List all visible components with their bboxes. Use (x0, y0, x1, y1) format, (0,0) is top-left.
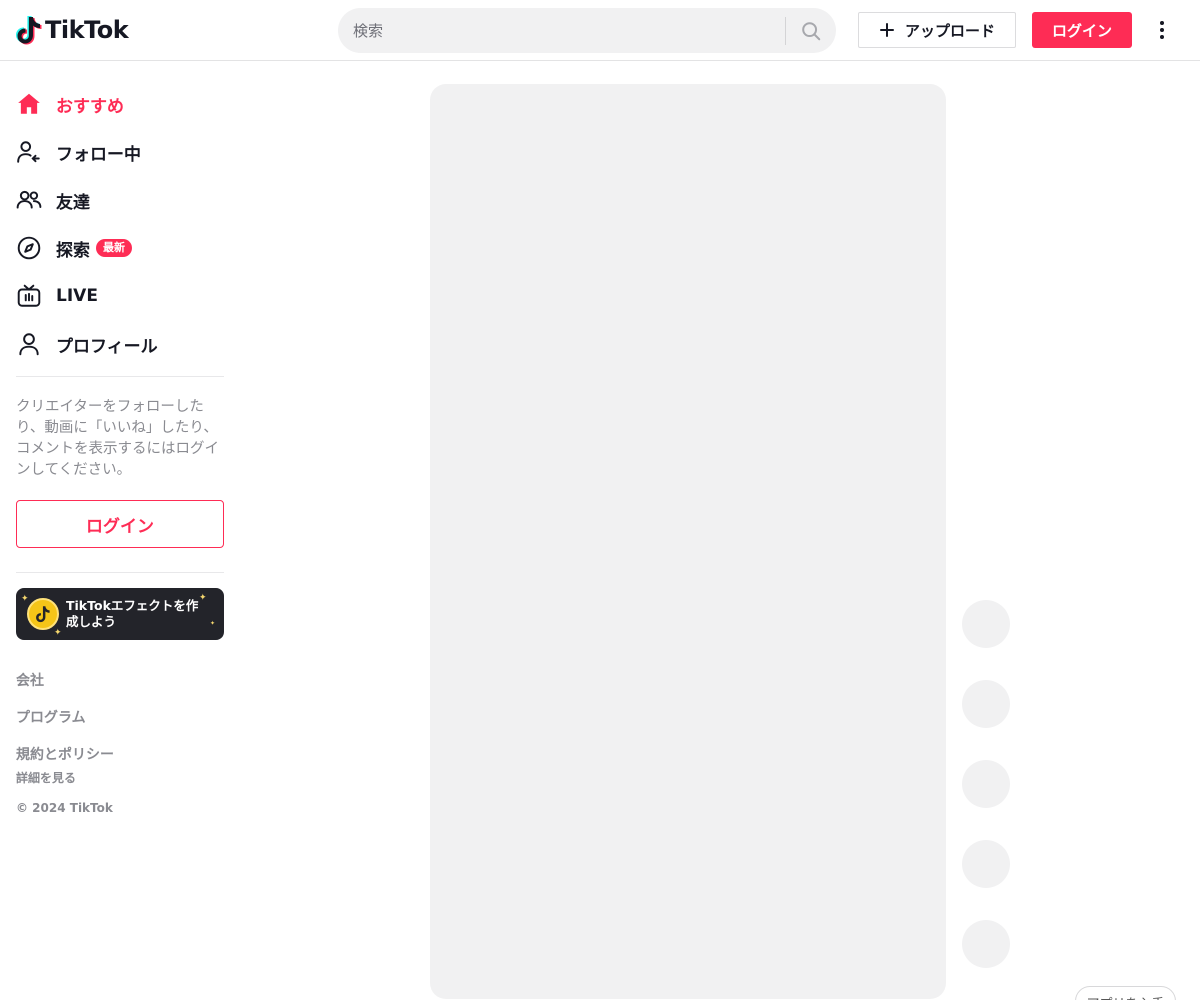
action-button-placeholder[interactable] (962, 680, 1010, 728)
upload-label: アップロード (904, 21, 995, 40)
footer-link-company[interactable]: 会社 (16, 670, 44, 690)
copyright-text: © 2024 TikTok (16, 801, 113, 815)
plus-icon (879, 22, 895, 38)
sidebar: おすすめ フォロー中 友達 探索 最新 LIVE プロフィール クリエイターをフ… (0, 61, 240, 1000)
nav-item-profile[interactable]: プロフィール (16, 324, 224, 364)
home-icon (16, 88, 48, 120)
effect-banner-text: TikTokエフェクトを作成しよう (66, 598, 199, 629)
more-vertical-icon (1160, 21, 1164, 39)
action-button-placeholder[interactable] (962, 760, 1010, 808)
nav-label: フォロー中 (56, 144, 141, 165)
footer-link-terms[interactable]: 規約とポリシー (16, 744, 114, 764)
sparkle-icon: ✦ (21, 594, 29, 604)
tiktok-note-icon (16, 16, 42, 45)
nav-label: プロフィール (56, 336, 158, 357)
sparkle-icon: ✦ (210, 620, 216, 627)
nav-label: 探索 (56, 240, 90, 261)
nav-item-for-you[interactable]: おすすめ (16, 84, 224, 124)
search-input[interactable] (338, 8, 785, 53)
new-badge: 最新 (96, 239, 132, 257)
action-button-placeholder[interactable] (962, 600, 1010, 648)
login-button-sidebar[interactable]: ログイン (16, 500, 224, 548)
login-button-header[interactable]: ログイン (1032, 12, 1132, 48)
tiktok-logo[interactable]: TikTok (16, 14, 129, 46)
live-icon (16, 280, 48, 312)
nav-item-friends[interactable]: 友達 (16, 180, 224, 220)
video-loading-placeholder[interactable] (430, 84, 946, 999)
sidebar-divider (16, 376, 224, 377)
profile-icon (16, 328, 48, 360)
sparkle-icon: ✦ (199, 593, 207, 603)
nav-label: 友達 (56, 192, 90, 213)
login-prompt: クリエイターをフォローしたり、動画に「いいね」したり、コメントを表示するにはログ… (16, 399, 219, 478)
nav-item-live[interactable]: LIVE (16, 276, 224, 316)
nav-item-explore[interactable]: 探索 最新 (16, 228, 224, 268)
sparkle-icon: ✦ (54, 628, 62, 638)
nav-label: おすすめ (56, 96, 124, 117)
nav-label: LIVE (56, 286, 98, 306)
top-header: TikTok アップロード ログイン (0, 0, 1200, 61)
footer-link-see-more[interactable]: 詳細を見る (16, 769, 76, 786)
logo-text: TikTok (45, 16, 129, 44)
tiktok-coin-icon (27, 598, 59, 630)
search-bar (338, 8, 836, 53)
effect-house-banner[interactable]: ✦ ✦ ✦ ✦ TikTokエフェクトを作成しよう (16, 588, 224, 640)
footer-link-program[interactable]: プログラム (16, 707, 86, 727)
search-button[interactable] (786, 8, 836, 53)
nav-item-following[interactable]: フォロー中 (16, 132, 224, 172)
friends-icon (16, 184, 48, 216)
action-button-placeholder[interactable] (962, 920, 1010, 968)
sidebar-divider (16, 572, 224, 573)
get-app-button[interactable]: アプリを入手 (1075, 986, 1176, 1000)
more-menu-button[interactable] (1150, 18, 1174, 42)
explore-icon (16, 232, 48, 264)
search-icon (802, 21, 821, 40)
action-button-placeholder[interactable] (962, 840, 1010, 888)
upload-button[interactable]: アップロード (858, 12, 1016, 48)
following-icon (16, 136, 48, 168)
